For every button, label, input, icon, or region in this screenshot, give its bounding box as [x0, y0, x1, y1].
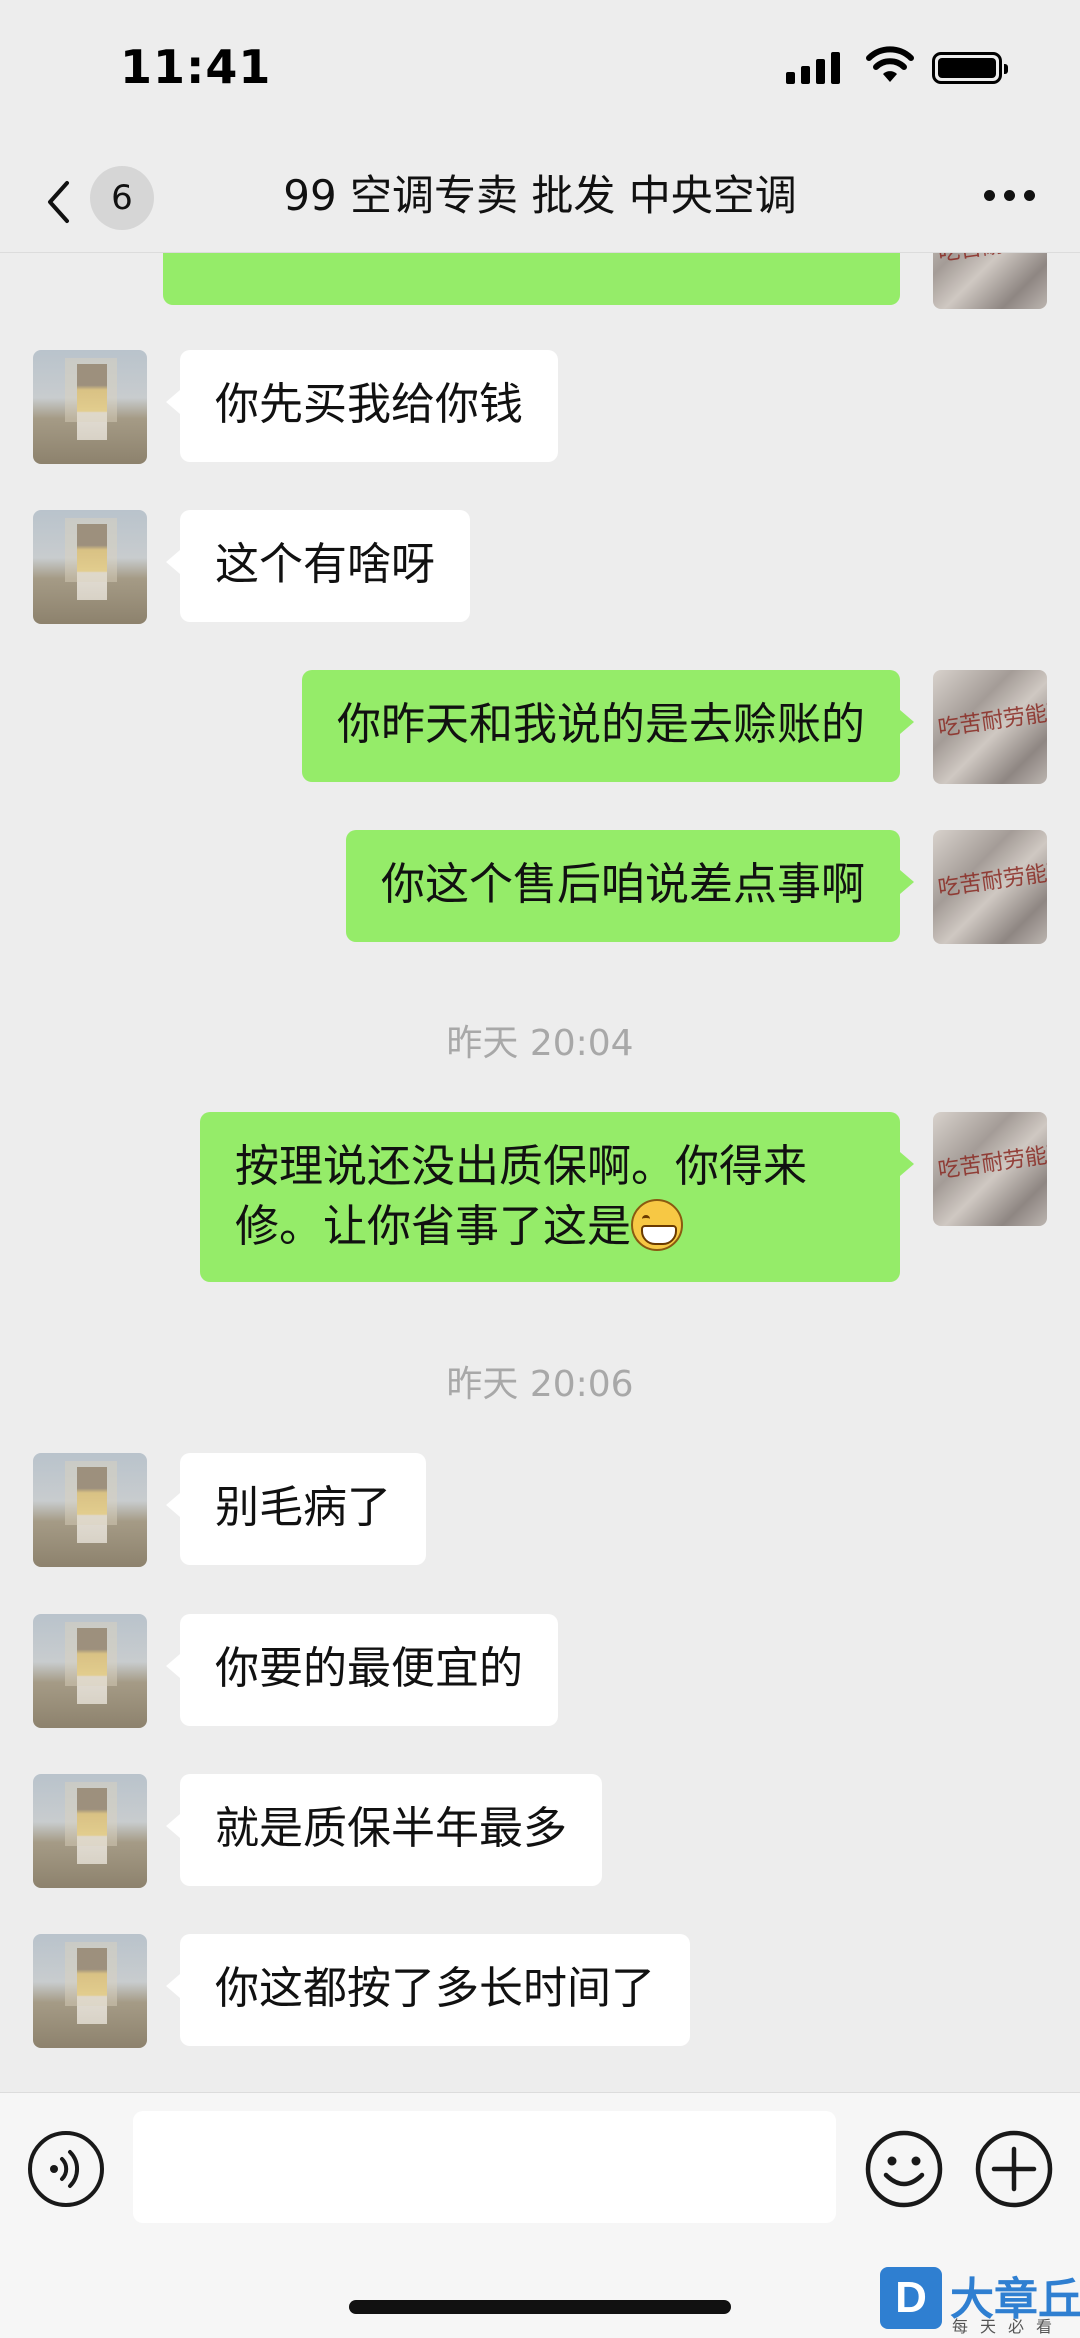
status-bar: 11:41	[0, 0, 1080, 140]
nav-bar: 6 99 空调专卖 批发 中央空调	[0, 140, 1080, 253]
outgoing-message-bubble[interactable]: 大家说你没和大家说。大家中给	[163, 252, 900, 305]
outgoing-message-bubble[interactable]: 按理说还没出质保啊。你得来修。让你省事了这是	[200, 1112, 914, 1282]
wifi-icon	[866, 46, 914, 88]
home-indicator[interactable]	[349, 2300, 731, 2314]
contact-avatar[interactable]	[33, 510, 147, 624]
voice-icon	[50, 2150, 80, 2188]
timestamp-divider: 昨天 20:04	[446, 1023, 634, 1064]
incoming-message-bubble[interactable]: 这个有啥呀	[166, 510, 470, 622]
message-text: 按理说还没出质保啊。你得来修。让你省事了这是	[235, 1141, 807, 1252]
incoming-message-bubble[interactable]: 别毛病了	[166, 1453, 426, 1565]
watermark-logo: D	[880, 2267, 942, 2329]
contact-avatar[interactable]	[33, 1453, 147, 1567]
voice-input-button[interactable]	[28, 2131, 104, 2207]
chat-message-list[interactable]: 大家说你没和大家说。大家中给 吃苦耐劳能致富 你先买我给你钱 这个有啥呀 你昨天…	[0, 252, 1080, 2092]
incoming-message-bubble[interactable]: 你先买我给你钱	[166, 350, 558, 462]
self-avatar[interactable]: 吃苦耐劳能致富	[933, 830, 1047, 944]
watermark-subtext: 每天必看	[952, 2317, 1065, 2336]
status-time: 11:41	[120, 40, 272, 94]
more-options-button[interactable]	[980, 176, 1040, 216]
timestamp-divider: 昨天 20:06	[446, 1364, 634, 1405]
smiley-icon	[865, 2130, 943, 2208]
unread-count-badge: 6	[90, 166, 154, 230]
self-avatar[interactable]: 吃苦耐劳能致富	[933, 670, 1047, 784]
chat-title: 99 空调专卖 批发 中央空调	[283, 171, 797, 220]
contact-avatar[interactable]	[33, 1934, 147, 2048]
watermark: D 大章丘 每天必看	[878, 2263, 1080, 2337]
grinning-face-emoji-icon	[631, 1199, 683, 1251]
contact-avatar[interactable]	[33, 1614, 147, 1728]
back-button[interactable]: 6	[40, 164, 160, 234]
contact-avatar[interactable]	[33, 1774, 147, 1888]
incoming-message-bubble[interactable]: 你要的最便宜的	[166, 1614, 558, 1726]
incoming-message-bubble[interactable]: 你这都按了多长时间了	[166, 1934, 690, 2046]
plus-circle-icon	[975, 2130, 1053, 2208]
outgoing-message-bubble[interactable]: 你这个售后咱说差点事啊	[346, 830, 914, 942]
avatar-stone-inscription: 吃苦耐劳能致富	[936, 252, 1047, 268]
incoming-message-bubble[interactable]: 就是质保半年最多	[166, 1774, 602, 1886]
emoji-button[interactable]	[864, 2129, 944, 2209]
contact-avatar[interactable]	[33, 350, 147, 464]
chevron-left-icon	[48, 181, 69, 223]
battery-icon	[932, 52, 1008, 84]
message-input[interactable]	[133, 2111, 836, 2223]
self-avatar[interactable]: 吃苦耐劳能致富	[933, 1112, 1047, 1226]
cellular-signal-icon	[786, 52, 842, 84]
outgoing-message-bubble[interactable]: 你昨天和我说的是去赊账的	[302, 670, 914, 782]
avatar-stone-inscription: 吃苦耐劳能致富	[936, 855, 1047, 902]
avatar-stone-inscription: 吃苦耐劳能致富	[936, 1137, 1047, 1184]
self-avatar[interactable]: 吃苦耐劳能致富	[933, 252, 1047, 309]
more-functions-button[interactable]	[974, 2129, 1054, 2209]
avatar-stone-inscription: 吃苦耐劳能致富	[936, 695, 1047, 742]
